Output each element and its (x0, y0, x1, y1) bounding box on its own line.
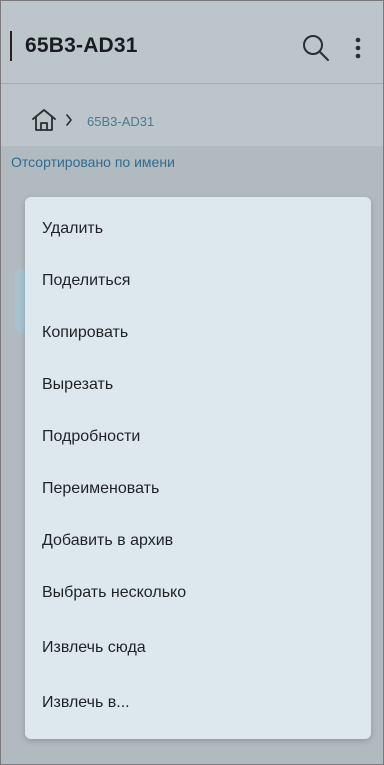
menu-item-add-to-archive[interactable]: Добавить в архив (25, 515, 371, 567)
search-icon[interactable] (301, 33, 331, 63)
breadcrumb: 65B3-AD31 (1, 84, 383, 146)
app-screen: 65B3-AD31 65B3-AD31 Отсортировано по име… (0, 0, 384, 765)
menu-item-extract-to[interactable]: Извлечь в... (25, 677, 371, 729)
menu-item-extract-here[interactable]: Извлечь сюда (25, 622, 371, 674)
menu-item-share[interactable]: Поделиться (25, 255, 371, 307)
menu-item-rename[interactable]: Переименовать (25, 463, 371, 515)
menu-item-select-multiple[interactable]: Выбрать несколько (25, 567, 371, 619)
menu-item-copy[interactable]: Копировать (25, 307, 371, 359)
breadcrumb-current[interactable]: 65B3-AD31 (87, 114, 154, 129)
home-icon[interactable] (31, 108, 57, 132)
menu-item-cut[interactable]: Вырезать (25, 359, 371, 411)
context-menu: Удалить Поделиться Копировать Вырезать П… (25, 197, 371, 739)
top-app-bar: 65B3-AD31 (1, 1, 383, 84)
menu-item-details[interactable]: Подробности (25, 411, 371, 463)
sort-label[interactable]: Отсортировано по имени (11, 154, 175, 170)
chevron-right-icon (66, 114, 72, 126)
menu-item-delete[interactable]: Удалить (25, 203, 371, 255)
page-title: 65B3-AD31 (25, 34, 138, 57)
more-vert-icon[interactable] (351, 35, 365, 61)
title-accent-bar (10, 31, 12, 61)
